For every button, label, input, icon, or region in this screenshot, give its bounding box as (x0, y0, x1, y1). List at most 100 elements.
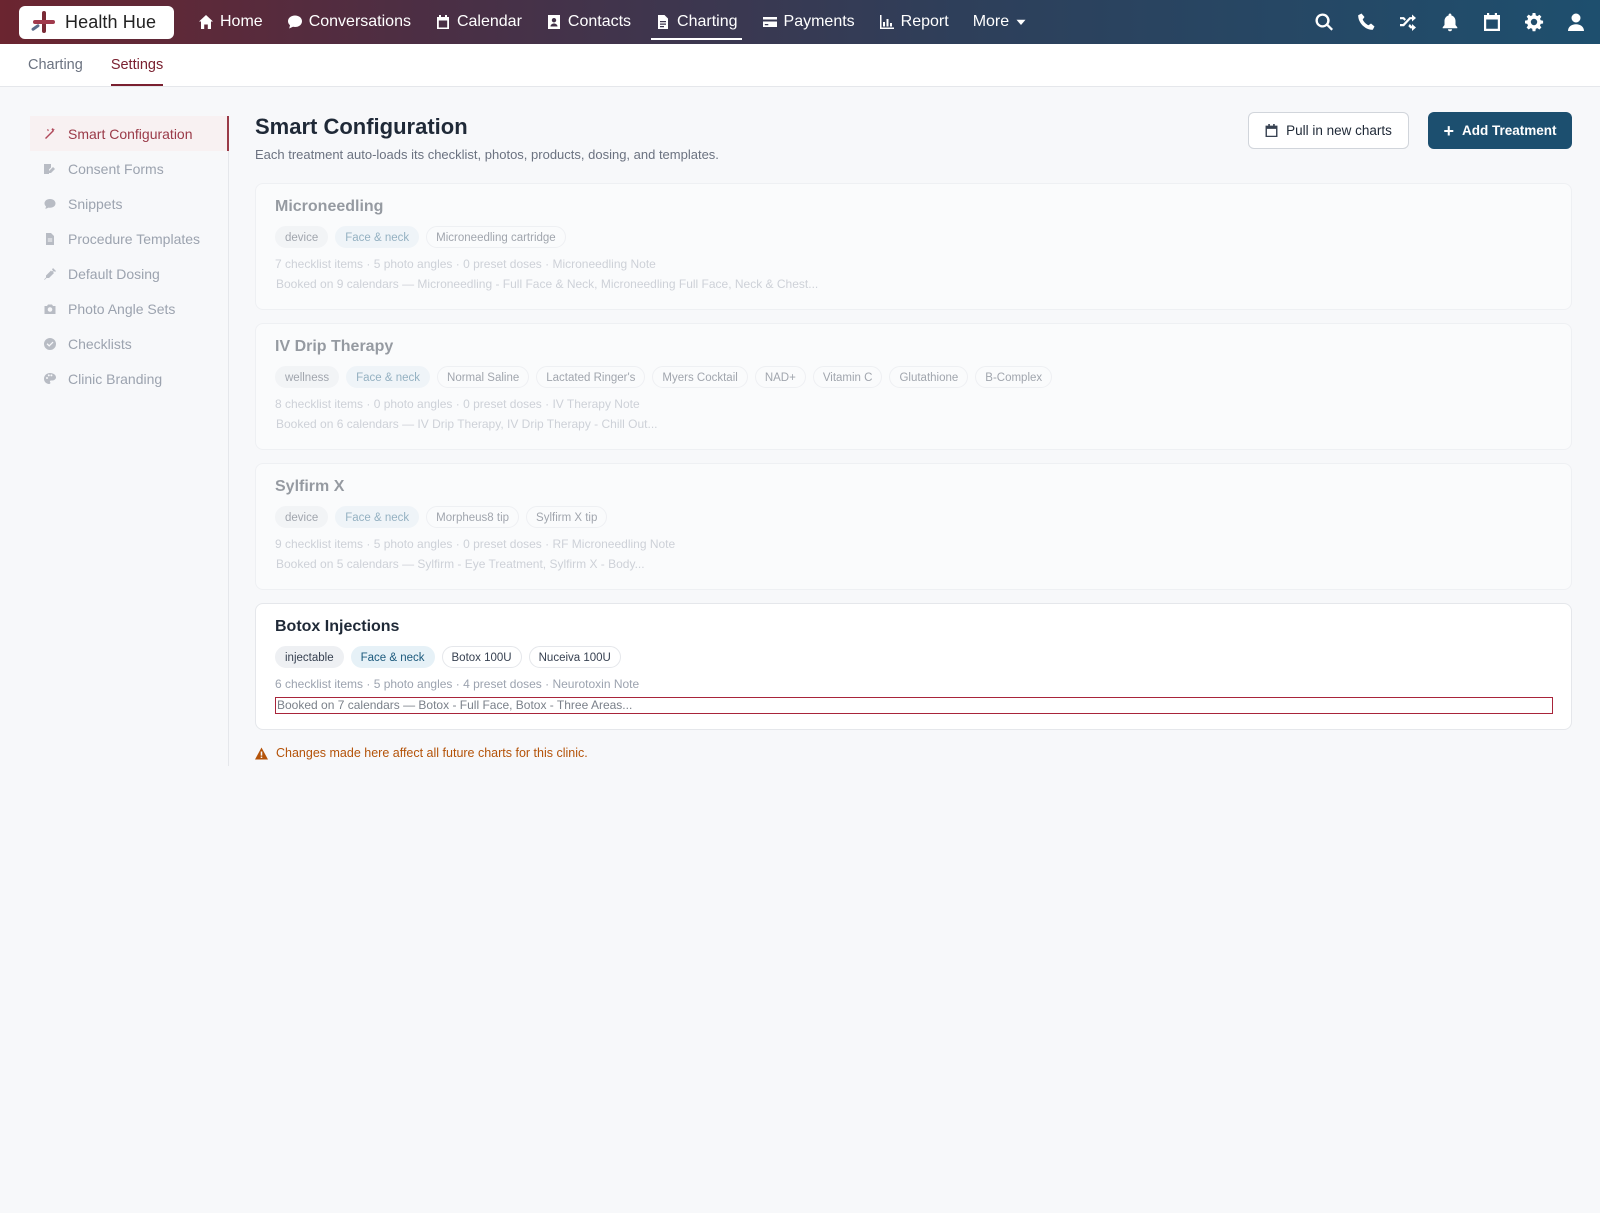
product-tag: Botox 100U (441, 646, 522, 668)
category-tag: wellness (275, 366, 340, 388)
treatment-card-iv-drip-therapy[interactable]: IV Drip Therapy wellness Face & neck Nor… (255, 323, 1572, 450)
category-tag: device (275, 506, 329, 528)
product-tag: Vitamin C (812, 366, 883, 388)
sidebar-item-label: Clinic Branding (68, 370, 163, 387)
document-icon (658, 15, 669, 29)
sidebar-item-consent-forms[interactable]: Consent Forms (30, 151, 228, 186)
nav-charting-label: Charting (677, 13, 738, 30)
region-tag: Face & neck (335, 506, 420, 528)
phone-icon[interactable] (1356, 12, 1376, 32)
app-logo[interactable]: Health Hue (19, 5, 174, 39)
sidebar-item-snippets[interactable]: Snippets (30, 186, 228, 221)
nav-report-label: Report (900, 13, 949, 30)
product-tag: B-Complex (975, 366, 1053, 388)
treatment-card-botox-injections[interactable]: Botox Injections injectable Face & neck … (255, 603, 1572, 730)
plus-icon: + (1443, 120, 1454, 141)
nav-conversations[interactable]: Conversations (275, 0, 423, 44)
category-tag: injectable (275, 646, 344, 668)
sidebar-item-clinic-branding[interactable]: Clinic Branding (30, 361, 228, 396)
sidebar-item-label: Default Dosing (68, 265, 160, 282)
treatment-booked-calendars[interactable]: Booked on 9 calendars — Microneedling - … (275, 277, 1553, 294)
warning-notice: Changes made here affect all future char… (255, 746, 1572, 760)
nav-more-label: More (972, 13, 1010, 30)
warning-text: Changes made here affect all future char… (276, 746, 588, 760)
region-tag: Face & neck (346, 366, 431, 388)
main-content: Smart Configuration Each treatment auto-… (255, 108, 1572, 760)
sidebar-item-smart-configuration[interactable]: Smart Configuration (30, 116, 229, 151)
pull-in-new-charts-button[interactable]: Pull in new charts (1248, 112, 1409, 149)
treatment-summary: 7 checklist items · 5 photo angles · 0 p… (275, 257, 656, 271)
gear-icon[interactable] (1524, 12, 1544, 32)
product-tag: NAD+ (754, 366, 806, 388)
sidebar-item-label: Snippets (68, 195, 123, 212)
camera-icon (44, 304, 56, 314)
sidebar-item-photo-angle-sets[interactable]: Photo Angle Sets (30, 291, 228, 326)
warning-icon (255, 747, 268, 759)
sidebar-item-label: Procedure Templates (68, 230, 201, 247)
magic-wand-icon (45, 127, 55, 139)
treatment-summary: 8 checklist items · 0 photo angles · 0 p… (275, 397, 640, 411)
nav-report[interactable]: Report (867, 0, 961, 44)
top-nav-bar: Health Hue Home Conversations Calendar C… (0, 0, 1600, 44)
calendar-icon[interactable] (1482, 12, 1502, 32)
nav-payments[interactable]: Payments (750, 0, 867, 44)
nav-home[interactable]: Home (186, 0, 275, 44)
treatment-booked-calendars[interactable]: Booked on 5 calendars — Sylfirm - Eye Tr… (275, 557, 1553, 574)
sidebar-item-default-dosing[interactable]: Default Dosing (30, 256, 228, 291)
sidebar-item-label: Smart Configuration (68, 125, 193, 142)
sidebar-item-label: Checklists (68, 335, 132, 352)
sidebar-item-procedure-templates[interactable]: Procedure Templates (30, 221, 228, 256)
comment-icon (44, 198, 56, 209)
nav-payments-label: Payments (783, 13, 855, 30)
bar-chart-icon (879, 15, 894, 29)
treatment-summary: 6 checklist items · 5 photo angles · 4 p… (275, 677, 640, 691)
nav-calendar[interactable]: Calendar (423, 0, 534, 44)
shuffle-icon[interactable] (1398, 12, 1418, 32)
palette-icon (44, 372, 56, 384)
region-tag: Face & neck (350, 646, 435, 668)
check-circle-icon (44, 337, 56, 350)
add-treatment-label: Add Treatment (1462, 123, 1557, 138)
sidebar-item-label: Consent Forms (68, 160, 164, 177)
nav-charting[interactable]: Charting (643, 0, 749, 44)
subtab-settings[interactable]: Settings (110, 43, 164, 86)
subtab-charting[interactable]: Charting (28, 43, 83, 86)
credit-card-icon (762, 17, 777, 27)
nav-home-label: Home (220, 13, 263, 30)
bell-icon[interactable] (1440, 12, 1460, 32)
calendar-icon (436, 15, 449, 29)
settings-sidebar: Smart Configuration Consent Forms Snippe… (30, 116, 229, 766)
treatment-name: IV Drip Therapy (275, 338, 394, 355)
treatment-card-microneedling[interactable]: Microneedling device Face & neck Microne… (255, 183, 1572, 310)
subtab-bar: Charting Settings (0, 44, 1600, 87)
product-tag: Nuceiva 100U (528, 646, 621, 668)
product-tag: Glutathione (889, 366, 969, 388)
user-icon[interactable] (1566, 12, 1586, 32)
file-icon (46, 232, 54, 245)
sidebar-item-checklists[interactable]: Checklists (30, 326, 228, 361)
category-tag: device (275, 226, 329, 248)
treatment-booked-calendars[interactable]: Booked on 6 calendars — IV Drip Therapy,… (275, 417, 1553, 434)
product-tag: Myers Cocktail (652, 366, 748, 388)
treatment-list: Microneedling device Face & neck Microne… (255, 183, 1572, 730)
signature-icon (44, 163, 55, 174)
add-treatment-button[interactable]: + Add Treatment (1428, 112, 1572, 149)
treatment-tags: injectable Face & neck Botox 100U Nuceiv… (275, 646, 1553, 668)
nav-contacts-label: Contacts (567, 13, 632, 30)
treatment-card-sylfirm-x[interactable]: Sylfirm X device Face & neck Morpheus8 t… (255, 463, 1572, 590)
search-icon[interactable] (1314, 12, 1334, 32)
nav-contacts[interactable]: Contacts (534, 0, 643, 44)
treatment-name: Microneedling (275, 198, 384, 215)
logo-mark-icon (30, 11, 57, 33)
nav-more[interactable]: More (961, 0, 1039, 44)
product-tag: Sylfirm X tip (526, 506, 608, 528)
treatment-name: Botox Injections (275, 618, 400, 635)
calendar-icon (1265, 124, 1278, 137)
product-tag: Normal Saline (437, 366, 530, 388)
product-tag: Lactated Ringer's (536, 366, 646, 388)
treatment-name: Sylfirm X (275, 478, 345, 495)
nav-conversations-label: Conversations (308, 13, 411, 30)
app-name: Health Hue (65, 11, 157, 32)
sidebar-item-label: Photo Angle Sets (68, 300, 176, 317)
treatment-booked-calendars[interactable]: Booked on 7 calendars — Botox - Full Fac… (275, 697, 1553, 714)
